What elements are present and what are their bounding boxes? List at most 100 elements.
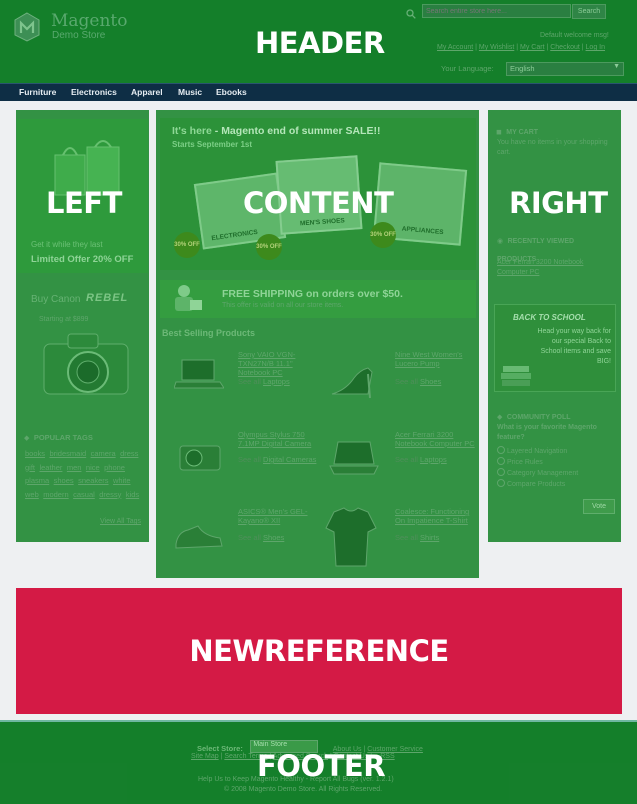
- nav-item-furniture[interactable]: Furniture: [19, 87, 56, 97]
- promo-line-1: Get it while they last: [31, 240, 103, 249]
- camera-icon[interactable]: [176, 440, 224, 474]
- books-icon: [499, 349, 533, 387]
- product-link[interactable]: Coalesce: Functioning On Impatience T-Sh…: [395, 507, 475, 525]
- category-link[interactable]: Shoes: [420, 377, 441, 386]
- see-all-row: See all Shoes: [395, 377, 441, 386]
- tag-link[interactable]: shoes: [54, 476, 74, 485]
- login-link[interactable]: Log In: [586, 44, 605, 51]
- tag-link[interactable]: kids: [126, 490, 139, 499]
- see-all-prefix: See all: [395, 455, 421, 464]
- left-overlay-label: LEFT: [46, 186, 122, 220]
- canon-ad[interactable]: Buy Canon REBEL Starting at $899: [16, 290, 149, 420]
- canon-model-text: REBEL: [86, 292, 129, 304]
- copyright-text: © 2008 Magento Demo Store. All Rights Re…: [224, 786, 383, 793]
- newreference-block: NEWREFERENCE: [16, 588, 622, 714]
- poll-title-text: COMMUNITY POLL: [506, 414, 571, 421]
- category-link[interactable]: Laptops: [263, 377, 290, 386]
- tag-link[interactable]: plasma: [25, 476, 49, 485]
- laptop-icon[interactable]: [328, 438, 380, 478]
- free-shipping-banner[interactable]: FREE SHIPPING on orders over $50. This o…: [160, 280, 476, 318]
- tag-link[interactable]: web: [25, 490, 39, 499]
- see-all-row: See all Shirts: [395, 533, 439, 542]
- nav-item-ebooks[interactable]: Ebooks: [216, 87, 247, 97]
- tag-link[interactable]: phone: [104, 463, 125, 472]
- view-all-tags-link[interactable]: View All Tags: [100, 518, 141, 525]
- laptop-icon[interactable]: [173, 356, 225, 392]
- poll-option-label: Category Management: [506, 470, 579, 477]
- tag-link[interactable]: casual: [73, 490, 95, 499]
- radio-button[interactable]: [497, 446, 505, 454]
- tag-link[interactable]: sneakers: [78, 476, 108, 485]
- radio-button[interactable]: [497, 479, 505, 487]
- radio-button[interactable]: [497, 468, 505, 476]
- nav-item-electronics[interactable]: Electronics: [71, 87, 117, 97]
- school-title: BACK TO SCHOOL: [513, 313, 586, 322]
- tag-link[interactable]: gift: [25, 463, 35, 472]
- content-column: It's here - Magento end of summer SALE!!…: [156, 110, 479, 578]
- footer-region: Select Store: Main Store About Us | Cust…: [0, 720, 637, 804]
- category-link[interactable]: Laptops: [420, 455, 447, 464]
- checkout-link[interactable]: Checkout: [550, 44, 580, 51]
- cart-title-text: MY CART: [506, 129, 539, 136]
- back-to-school-ad[interactable]: BACK TO SCHOOL Head your way back for ou…: [494, 304, 616, 392]
- tag-link[interactable]: books: [25, 449, 45, 458]
- tshirt-icon[interactable]: [324, 506, 378, 568]
- product-link[interactable]: Olympus Stylus 750 7.1MP Digital Camera: [238, 430, 318, 448]
- category-link[interactable]: Shoes: [263, 533, 284, 542]
- right-overlay-label: RIGHT: [509, 186, 608, 220]
- recently-viewed-item[interactable]: Acer Ferrari 3200 Notebook Computer PC: [497, 258, 609, 278]
- sneaker-icon[interactable]: [174, 518, 224, 552]
- product-link[interactable]: Acer Ferrari 3200 Notebook Computer PC: [395, 430, 475, 448]
- my-account-link[interactable]: My Account: [437, 44, 473, 51]
- vote-button[interactable]: Vote: [583, 499, 615, 514]
- language-select[interactable]: English ▼: [506, 62, 624, 76]
- tag-link[interactable]: nice: [86, 463, 100, 472]
- header-links: My Account | My Wishlist | My Cart | Che…: [437, 44, 605, 51]
- search-button[interactable]: Search: [572, 4, 606, 19]
- my-wishlist-link[interactable]: My Wishlist: [479, 44, 514, 51]
- tag-link[interactable]: bridesmaid: [49, 449, 86, 458]
- category-link[interactable]: Shirts: [420, 533, 439, 542]
- product-link[interactable]: ASICS® Men's GEL-Kayano® XII: [238, 507, 318, 525]
- category-link[interactable]: Digital Cameras: [263, 455, 316, 464]
- tag-link[interactable]: white: [113, 476, 131, 485]
- product-link[interactable]: Nine West Women's Lucero Pump: [395, 350, 473, 368]
- see-all-prefix: See all: [238, 533, 264, 542]
- tag-link[interactable]: leather: [39, 463, 62, 472]
- newreference-label: NEWREFERENCE: [189, 634, 449, 668]
- my-cart-link[interactable]: My Cart: [520, 44, 545, 51]
- poll-option[interactable]: Category Management: [497, 468, 615, 479]
- nav-bar: Furniture Electronics Apparel Music Eboo…: [0, 83, 637, 101]
- nav-item-music[interactable]: Music: [178, 87, 202, 97]
- banner-title-suffix: - Magento end of summer SALE!!: [211, 125, 381, 137]
- nav-item-apparel[interactable]: Apparel: [131, 87, 163, 97]
- poll-icon: ◆: [497, 414, 503, 421]
- tag-link[interactable]: dressy: [99, 490, 121, 499]
- best-selling-title: Best Selling Products: [162, 328, 256, 338]
- high-heel-shoe-icon[interactable]: [328, 360, 380, 400]
- header-overlay-label: HEADER: [255, 26, 385, 60]
- tag-link[interactable]: camera: [91, 449, 116, 458]
- promo-line-2: Limited Offer 20% OFF: [31, 254, 134, 265]
- site-map-link[interactable]: Site Map: [191, 753, 219, 760]
- card-label: APPLIANCES: [401, 225, 444, 237]
- poll-options: Layered Navigation Price Rules Category …: [497, 446, 615, 490]
- canon-price: Starting at $899: [39, 316, 89, 323]
- tags-title: ◆ POPULAR TAGS: [24, 427, 93, 445]
- logo[interactable]: Magento Demo Store: [14, 11, 129, 46]
- tag-link[interactable]: men: [67, 463, 82, 472]
- banner-subtitle: Starts September 1st: [172, 140, 253, 149]
- poll-option[interactable]: Layered Navigation: [497, 446, 615, 457]
- search-input[interactable]: [422, 4, 571, 18]
- product-link[interactable]: Sony VAIO VGN-TXN27N/B 11.1" Notebook PC: [238, 350, 316, 377]
- language-label: Your Language:: [441, 64, 494, 73]
- tag-link[interactable]: dress: [120, 449, 138, 458]
- poll-option[interactable]: Price Rules: [497, 457, 615, 468]
- left-column: Get it while they last Limited Offer 20%…: [16, 110, 149, 542]
- tag-link[interactable]: modern: [43, 490, 68, 499]
- right-column: ◼ MY CART You have no items in your shop…: [488, 110, 621, 542]
- poll-option[interactable]: Compare Products: [497, 479, 615, 490]
- radio-button[interactable]: [497, 457, 505, 465]
- see-all-row: See all Laptops: [238, 377, 290, 386]
- camera-image: [38, 328, 134, 406]
